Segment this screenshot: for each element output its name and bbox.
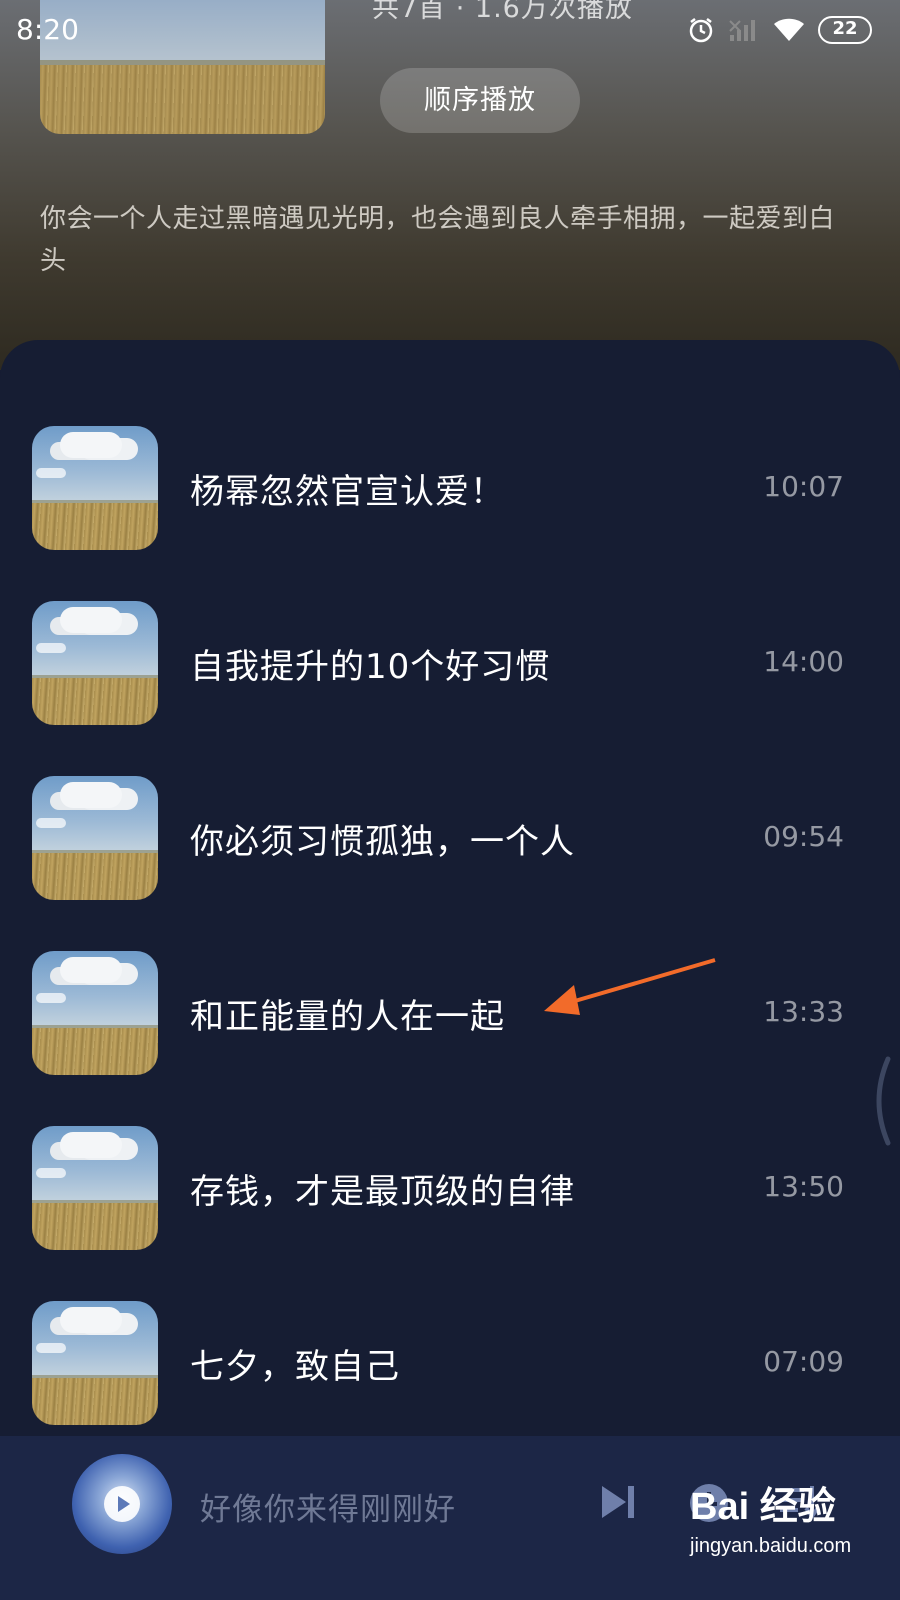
annotation-arrow-icon [544, 958, 716, 1015]
track-title: 七夕，致自己 [190, 1347, 400, 1387]
baidu-jingyan-watermark: Bai 经验 jingyan.baidu.com [690, 1475, 890, 1590]
track-title: 你必须习惯孤独，一个人 [190, 822, 575, 862]
wifi-icon [772, 16, 806, 44]
next-track-icon[interactable] [596, 1480, 640, 1524]
track-title: 存钱，才是最顶级的自律 [190, 1172, 575, 1212]
battery-indicator: 22 [818, 16, 872, 44]
track-thumbnail [32, 1126, 158, 1250]
track-duration: 13:33 [763, 995, 844, 1028]
play-icon[interactable] [104, 1486, 140, 1522]
cellular-signal-icon [728, 17, 760, 43]
track-thumbnail [32, 776, 158, 900]
track-duration: 13:50 [763, 1170, 844, 1203]
track-thumbnail [32, 601, 158, 725]
track-row[interactable]: 七夕，致自己 07:09 [0, 1301, 900, 1425]
track-duration: 10:07 [763, 470, 844, 503]
track-title: 和正能量的人在一起 [190, 997, 505, 1037]
alarm-icon [686, 15, 716, 45]
now-playing-title: 好像你来得刚刚好 [200, 1492, 456, 1528]
track-title: 自我提升的10个好习惯 [190, 647, 551, 687]
track-row[interactable]: 杨幂忽然官宣认爱！ 10:07 [0, 426, 900, 550]
track-title: 杨幂忽然官宣认爱！ [190, 472, 505, 512]
track-row[interactable]: 自我提升的10个好习惯 14:00 [0, 601, 900, 725]
track-row[interactable]: 你必须习惯孤独，一个人 09:54 [0, 776, 900, 900]
album-description: 你会一个人走过黑暗遇见光明，也会遇到良人牵手相拥，一起爱到白头 [40, 204, 836, 276]
track-thumbnail [32, 426, 158, 550]
track-row[interactable]: 和正能量的人在一起 13:33 [0, 951, 900, 1075]
status-icons: 22 [686, 14, 872, 46]
status-time: 8:20 [16, 13, 79, 46]
track-duration: 09:54 [763, 820, 844, 853]
now-playing-disc[interactable] [72, 1454, 172, 1554]
scroll-indicator[interactable] [866, 1055, 892, 1147]
watermark-url: jingyan.baidu.com [690, 1535, 852, 1557]
track-duration: 07:09 [763, 1345, 844, 1378]
status-bar: 8:20 22 [0, 0, 900, 60]
track-row[interactable]: 存钱，才是最顶级的自律 13:50 [0, 1126, 900, 1250]
track-thumbnail [32, 1301, 158, 1425]
watermark-logo: Bai 经验 [690, 1486, 836, 1528]
track-thumbnail [32, 951, 158, 1075]
screen: 共7首 · 1.6万次播放 顺序播放 你会一个人走过黑暗遇见光明，也会遇到良人牵… [0, 0, 900, 1600]
track-list: 杨幂忽然官宣认爱！ 10:07 自我提升的10个好习惯 14:00 你必须习惯孤… [0, 340, 900, 1440]
sequential-play-button[interactable]: 顺序播放 [380, 68, 580, 133]
track-duration: 14:00 [763, 645, 844, 678]
